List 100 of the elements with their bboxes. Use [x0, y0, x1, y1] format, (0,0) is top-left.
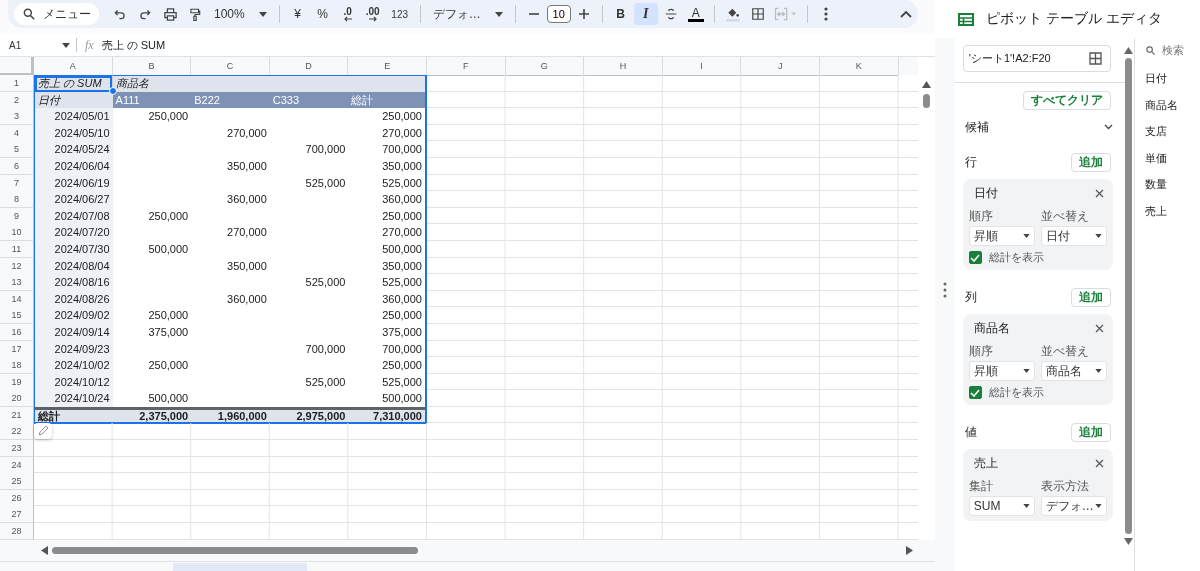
table-cell: 2024/10/24: [34, 390, 113, 408]
checkbox[interactable]: [968, 386, 982, 399]
row-header[interactable]: 22: [0, 423, 34, 441]
row-header[interactable]: 13: [0, 274, 34, 292]
number-format-button[interactable]: 123: [385, 3, 414, 25]
option-dropdown[interactable]: 商品名: [1040, 361, 1107, 381]
row-header[interactable]: 25: [0, 473, 34, 491]
range-field[interactable]: 'シート1'!A2:F20: [962, 45, 1111, 72]
suggestions-label: 候補: [964, 118, 989, 136]
grid-select-icon[interactable]: [1088, 52, 1102, 65]
field-item[interactable]: 売上: [1145, 201, 1200, 228]
scroll-up-icon[interactable]: [1124, 47, 1134, 54]
row-header[interactable]: 18: [0, 357, 34, 375]
option-label: 集計: [968, 478, 994, 495]
chevron-up-icon: [900, 10, 912, 18]
row-header[interactable]: 1: [0, 75, 34, 92]
column-header[interactable]: J: [741, 57, 820, 76]
panel-title: ピボット テーブル エディタ: [986, 10, 1162, 28]
option-dropdown[interactable]: SUM: [968, 496, 1035, 516]
edit-button[interactable]: [34, 423, 52, 440]
column-header[interactable]: K: [819, 57, 899, 76]
table-cell: 売上 の SUM: [34, 75, 113, 92]
add-button[interactable]: 追加: [1071, 152, 1112, 172]
add-button[interactable]: 追加: [1071, 287, 1112, 307]
field-item[interactable]: 単価: [1145, 148, 1200, 175]
field-item[interactable]: 支店: [1145, 122, 1200, 149]
option-label: 並べ替え: [1040, 208, 1090, 225]
row-header[interactable]: 5: [0, 141, 34, 159]
scroll-up-icon[interactable]: [922, 81, 931, 88]
resize-handle-icon[interactable]: [942, 281, 947, 298]
checkbox-label: 総計を表示: [988, 250, 1044, 265]
checkbox[interactable]: [968, 251, 982, 264]
close-icon[interactable]: [1094, 189, 1104, 198]
chevron-down-icon[interactable]: [1104, 124, 1114, 130]
clear-all-button[interactable]: すべてクリア: [1023, 91, 1112, 110]
close-icon[interactable]: [1094, 324, 1104, 333]
increase-decimal-button[interactable]: .00: [360, 3, 385, 25]
section-label: 行: [964, 153, 977, 171]
column-header[interactable]: I: [662, 57, 742, 76]
section-label: 値: [964, 423, 977, 441]
pencil-icon: [37, 425, 49, 438]
more-icon: [823, 7, 828, 21]
field-item[interactable]: 商品名: [1145, 95, 1200, 122]
decrease-decimal-button[interactable]: .0: [335, 3, 360, 25]
row-header[interactable]: 20: [0, 390, 34, 408]
field-item[interactable]: 数量: [1145, 175, 1200, 202]
scroll-left-icon[interactable]: [41, 545, 48, 555]
undo-icon: [113, 7, 127, 21]
add-button[interactable]: 追加: [1071, 422, 1112, 442]
table-cell: 2024/10/02: [34, 357, 113, 375]
table-cell: 商品名: [112, 75, 427, 92]
scrollbar-thumb[interactable]: [1125, 58, 1133, 534]
section-label: 列: [964, 288, 977, 306]
currency-button[interactable]: ¥: [285, 3, 310, 25]
row-header[interactable]: 27: [0, 506, 34, 524]
menu-search-button[interactable]: メニュー: [14, 3, 99, 25]
table-cell: 2024/05/01: [34, 108, 113, 126]
name-box[interactable]: A1: [0, 39, 76, 51]
paint-bucket-icon: [724, 6, 741, 22]
scroll-down-icon[interactable]: [1124, 538, 1134, 545]
option-dropdown[interactable]: 昇順: [968, 361, 1035, 381]
row-header[interactable]: 15: [0, 307, 34, 325]
font-dropdown[interactable]: デフォ…: [426, 3, 509, 25]
scrollbar-thumb[interactable]: [923, 94, 930, 108]
option-dropdown[interactable]: デフォ…: [1040, 496, 1107, 516]
text-color-button[interactable]: A: [687, 6, 704, 22]
scrollbar-thumb[interactable]: [52, 546, 418, 554]
formula-field[interactable]: 売上 の SUM: [101, 37, 166, 53]
caret-icon: [258, 11, 267, 17]
search-icon: [22, 7, 36, 21]
column-header[interactable]: G: [505, 57, 585, 76]
function-label: fx: [85, 37, 94, 53]
field-name: 日付: [973, 185, 998, 202]
font-size-field[interactable]: 10: [546, 5, 571, 23]
row-header[interactable]: 23: [0, 440, 34, 458]
arrow-left-icon: [343, 15, 352, 22]
row-header[interactable]: 10: [0, 224, 34, 242]
bold-button[interactable]: B: [608, 3, 633, 25]
field-item[interactable]: 日付: [1145, 69, 1200, 96]
column-header[interactable]: H: [584, 57, 663, 76]
option-label: 順序: [968, 343, 994, 360]
option-dropdown[interactable]: 昇順: [968, 226, 1035, 246]
scroll-right-icon[interactable]: [906, 545, 913, 555]
row-header[interactable]: 28: [0, 523, 34, 541]
zoom-dropdown[interactable]: 100%: [208, 3, 273, 25]
percent-button[interactable]: %: [310, 3, 335, 25]
option-dropdown[interactable]: 日付: [1040, 226, 1107, 246]
arrow-right-icon: [368, 15, 377, 22]
strikethrough-icon: [663, 7, 678, 21]
row-header[interactable]: 3: [0, 108, 34, 126]
range-text: 'シート1'!A2:F20: [968, 51, 1051, 66]
field-name: 売上: [973, 455, 998, 472]
row-header[interactable]: 8: [0, 191, 34, 209]
merge-icon: [773, 7, 798, 21]
search-icon: [1145, 44, 1156, 56]
italic-button[interactable]: I: [633, 3, 658, 25]
caret-icon: [494, 11, 503, 17]
close-icon[interactable]: [1094, 459, 1104, 468]
column-header[interactable]: F: [426, 57, 506, 76]
caret-icon: [1094, 504, 1102, 508]
